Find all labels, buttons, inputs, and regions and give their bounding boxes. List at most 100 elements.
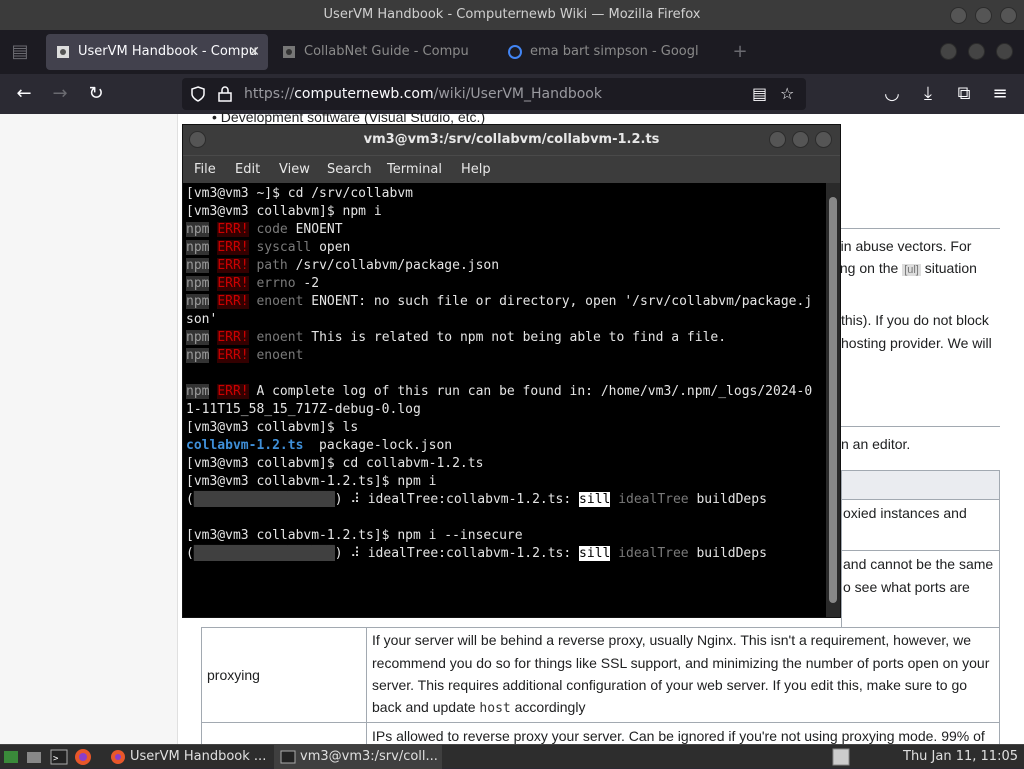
- close-tab-icon[interactable]: ✕: [248, 34, 260, 70]
- log-prefix: idealTree: [618, 546, 689, 561]
- terminal-output[interactable]: [vm3@vm3 ~]$ cd /srv/collabvm [vm3@vm3 c…: [183, 183, 826, 617]
- table-header-cell: [841, 470, 1000, 500]
- err-tag: ERR!: [217, 348, 249, 363]
- minimize-icon[interactable]: [769, 131, 786, 148]
- bullet-text: Development software (Visual Studio, etc…: [220, 109, 486, 125]
- bookmark-star-icon[interactable]: ☆: [780, 78, 794, 110]
- url-path: /wiki/UserVM_Handbook: [433, 86, 602, 102]
- terminal-line: [vm3@vm3 ~]$ cd /srv/collabvm: [186, 186, 413, 201]
- tab-control-icon[interactable]: [968, 43, 985, 60]
- downloads-icon[interactable]: ⤓: [916, 82, 940, 106]
- err-key: errno: [256, 276, 296, 291]
- paragraph-fragment: this). If you do not block: [841, 312, 989, 328]
- taskbar-item-label: vm3@vm3:/srv/coll...: [300, 749, 438, 764]
- back-arrow-icon[interactable]: ←: [12, 82, 36, 106]
- config-key-proxying: proxying: [207, 667, 260, 683]
- google-favicon-icon: [508, 45, 522, 59]
- navigation-bar: ← → ↻ https://computernewb.com/wiki/User…: [0, 74, 1024, 114]
- wiki-sidebar: [0, 114, 178, 744]
- tab-list-icon[interactable]: [940, 43, 957, 60]
- npm-tag: npm: [186, 348, 210, 363]
- err-tag: ERR!: [217, 276, 249, 291]
- log-level: sill: [579, 546, 611, 561]
- close-window-icon[interactable]: [815, 131, 832, 148]
- workspace-icon[interactable]: [832, 748, 850, 766]
- description-line: server. This requires additional configu…: [372, 677, 968, 693]
- tab-overview-icon[interactable]: ▤: [8, 40, 32, 64]
- log-message: buildDeps: [696, 492, 767, 507]
- paragraph-fragment: tain abuse vectors. For: [829, 238, 972, 254]
- err-tag: ERR!: [217, 294, 249, 309]
- new-tab-icon[interactable]: +: [728, 40, 752, 64]
- err-key: syscall: [256, 240, 312, 255]
- npm-tag: npm: [186, 330, 210, 345]
- terminal-scrollbar[interactable]: [826, 183, 840, 617]
- shield-icon[interactable]: [190, 86, 206, 102]
- taskbar-item-firefox[interactable]: UserVM Handbook ...: [104, 745, 272, 769]
- tab-collabnet-guide[interactable]: CollabNet Guide - Compu: [272, 34, 494, 70]
- npm-tag: npm: [186, 258, 210, 273]
- err-value: /srv/collabvm/package.json: [295, 258, 500, 273]
- directory-entry: collabvm-1.2.ts: [186, 438, 304, 453]
- taskbar-item-terminal[interactable]: vm3@vm3:/srv/coll...: [274, 745, 442, 769]
- reader-view-icon[interactable]: ▤: [752, 78, 767, 110]
- firefox-launcher-icon[interactable]: [74, 748, 92, 766]
- menu-terminal[interactable]: Terminal: [387, 156, 442, 184]
- text: situation: [924, 260, 977, 276]
- description-line: back and update host accordingly: [372, 699, 585, 716]
- url-host: computernewb.com: [294, 86, 434, 102]
- err-tag: ERR!: [217, 258, 249, 273]
- window-menu-icon[interactable]: [189, 131, 206, 148]
- npm-tag: npm: [186, 384, 210, 399]
- svg-text:>: >: [53, 754, 59, 764]
- err-key: path: [256, 258, 288, 273]
- terminal-line: [vm3@vm3 collabvm]$ ls: [186, 420, 359, 435]
- tab-control-icon[interactable]: [996, 43, 1013, 60]
- terminal-line: [vm3@vm3 collabvm-1.2.ts]$ npm i --insec…: [186, 528, 523, 543]
- terminal-line: npm ERR! A complete log of this run can …: [186, 383, 826, 401]
- menu-edit[interactable]: Edit: [235, 156, 260, 184]
- terminal-line: [vm3@vm3 collabvm-1.2.ts]$ npm i: [186, 474, 437, 489]
- lock-icon[interactable]: [218, 86, 232, 102]
- menu-view[interactable]: View: [279, 156, 310, 184]
- minimize-icon[interactable]: [950, 7, 967, 24]
- extensions-icon[interactable]: ⧉: [952, 82, 976, 106]
- terminal-titlebar[interactable]: vm3@vm3:/srv/collabvm/collabvm-1.2.ts: [183, 125, 840, 155]
- url-bar[interactable]: https://computernewb.com/wiki/UserVM_Han…: [182, 78, 806, 110]
- paragraph-fragment: n an editor.: [841, 436, 911, 452]
- file-entry: package-lock.json: [303, 438, 453, 453]
- hamburger-menu-icon[interactable]: ≡: [988, 82, 1012, 106]
- terminal-window[interactable]: vm3@vm3:/srv/collabvm/collabvm-1.2.ts Fi…: [182, 124, 841, 618]
- app-menu-icon[interactable]: [3, 749, 19, 765]
- window-title: UserVM Handbook - Computernewb Wiki — Mo…: [323, 7, 701, 22]
- file-manager-icon[interactable]: [26, 749, 42, 765]
- terminal-line: 1-11T15_58_15_717Z-debug-0.log: [186, 402, 421, 417]
- spinner-text: ⠼ idealTree:collabvm-1.2.ts:: [342, 546, 580, 561]
- firefox-titlebar: UserVM Handbook - Computernewb Wiki — Mo…: [0, 0, 1024, 30]
- terminal-line: npm ERR! errno -2: [186, 275, 826, 293]
- bullet-item: • Development software (Visual Studio, e…: [212, 109, 486, 125]
- reload-icon[interactable]: ↻: [84, 82, 108, 106]
- tab-label: ema bart simpson - Googl: [530, 44, 699, 59]
- description-line: If your server will be behind a reverse …: [372, 632, 971, 648]
- menu-search[interactable]: Search: [327, 156, 372, 184]
- maximize-icon[interactable]: [975, 7, 992, 24]
- terminal-progress-line: (██████████████████) ⠼ idealTree:collabv…: [186, 492, 767, 507]
- paragraph-fragment: hosting provider. We will: [841, 335, 992, 351]
- menu-file[interactable]: File: [194, 156, 216, 184]
- terminal-line: npm ERR! enoent ENOENT: no such file or …: [186, 293, 826, 311]
- clock[interactable]: Thu Jan 11, 11:05: [903, 745, 1018, 769]
- err-value: A complete log of this run can be found …: [256, 384, 813, 399]
- forward-arrow-icon[interactable]: →: [48, 82, 72, 106]
- maximize-icon[interactable]: [792, 131, 809, 148]
- text: back and update: [372, 699, 476, 715]
- terminal-launcher-icon[interactable]: >: [50, 749, 68, 765]
- close-window-icon[interactable]: [1000, 7, 1017, 24]
- pocket-icon[interactable]: ◡: [880, 82, 904, 106]
- scrollbar-thumb[interactable]: [829, 197, 837, 603]
- tab-google-search[interactable]: ema bart simpson - Googl: [498, 34, 720, 70]
- table-text-fragment: o see what ports are: [843, 579, 970, 595]
- menu-help[interactable]: Help: [461, 156, 491, 184]
- tab-uservm-handbook[interactable]: UserVM Handbook - Compu ✕: [46, 34, 268, 70]
